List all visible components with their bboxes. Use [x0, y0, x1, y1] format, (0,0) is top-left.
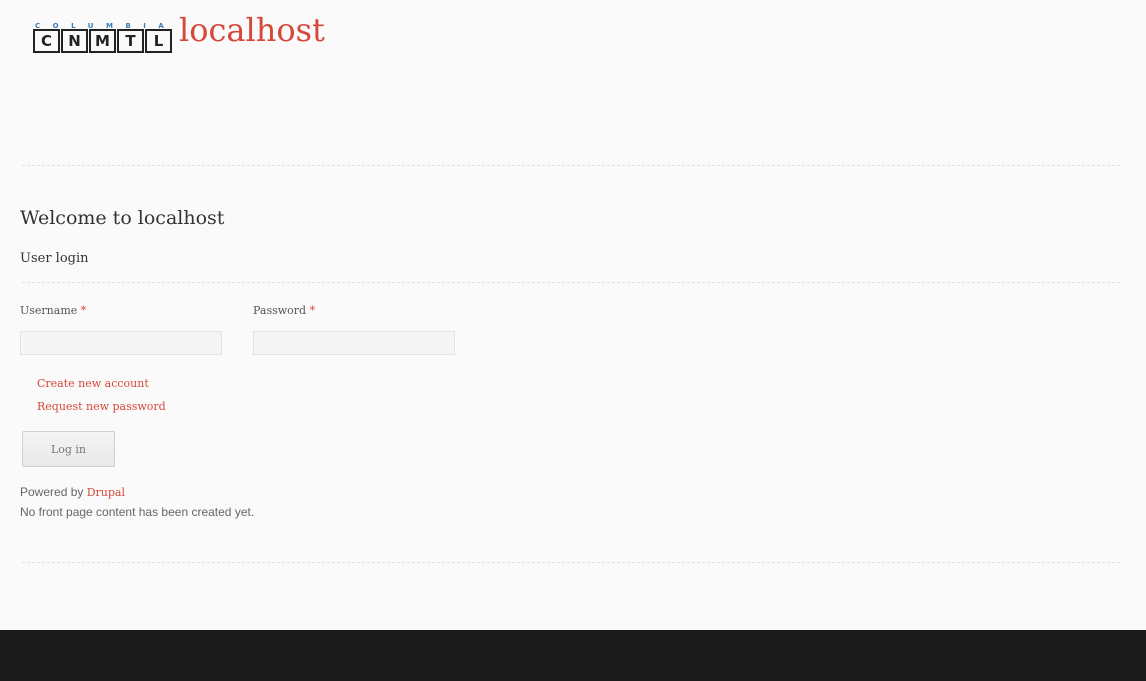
login-block-title: User login: [20, 251, 89, 266]
password-input[interactable]: [253, 331, 455, 355]
logo-letter: L: [145, 29, 172, 53]
site-header: COLUMBIA C N M T L localhost: [0, 0, 1146, 110]
divider: [22, 165, 1120, 166]
powered-by-text: Powered by: [20, 485, 84, 499]
request-password-link[interactable]: Request new password: [37, 400, 166, 413]
site-logo[interactable]: COLUMBIA C N M T L: [33, 22, 172, 54]
page: COLUMBIA C N M T L localhost Welcome to …: [0, 0, 1146, 681]
site-footer: [0, 630, 1146, 681]
powered-by: Powered by Drupal: [20, 485, 125, 500]
login-button[interactable]: Log in: [22, 431, 115, 467]
divider: [22, 562, 1120, 563]
logo-letter-boxes: C N M T L: [33, 29, 172, 53]
logo-letter: C: [33, 29, 60, 53]
logo-letter: N: [61, 29, 88, 53]
username-input[interactable]: [20, 331, 222, 355]
username-label-text: Username: [20, 304, 78, 317]
divider: [22, 282, 1120, 283]
logo-letter: M: [89, 29, 116, 53]
create-account-link[interactable]: Create new account: [37, 377, 149, 390]
list-item: Request new password: [37, 397, 166, 420]
site-name-link[interactable]: localhost: [179, 8, 325, 52]
username-label: Username *: [20, 304, 86, 318]
password-label: Password *: [253, 304, 315, 318]
no-content-message: No front page content has been created y…: [20, 505, 255, 519]
login-links-list: Create new account Request new password: [37, 374, 166, 420]
password-label-text: Password: [253, 304, 307, 317]
logo-letter: T: [117, 29, 144, 53]
drupal-link[interactable]: Drupal: [87, 486, 125, 499]
required-marker: *: [80, 304, 87, 317]
required-marker: *: [309, 304, 316, 317]
page-title: Welcome to localhost: [20, 207, 225, 229]
list-item: Create new account: [37, 374, 166, 397]
